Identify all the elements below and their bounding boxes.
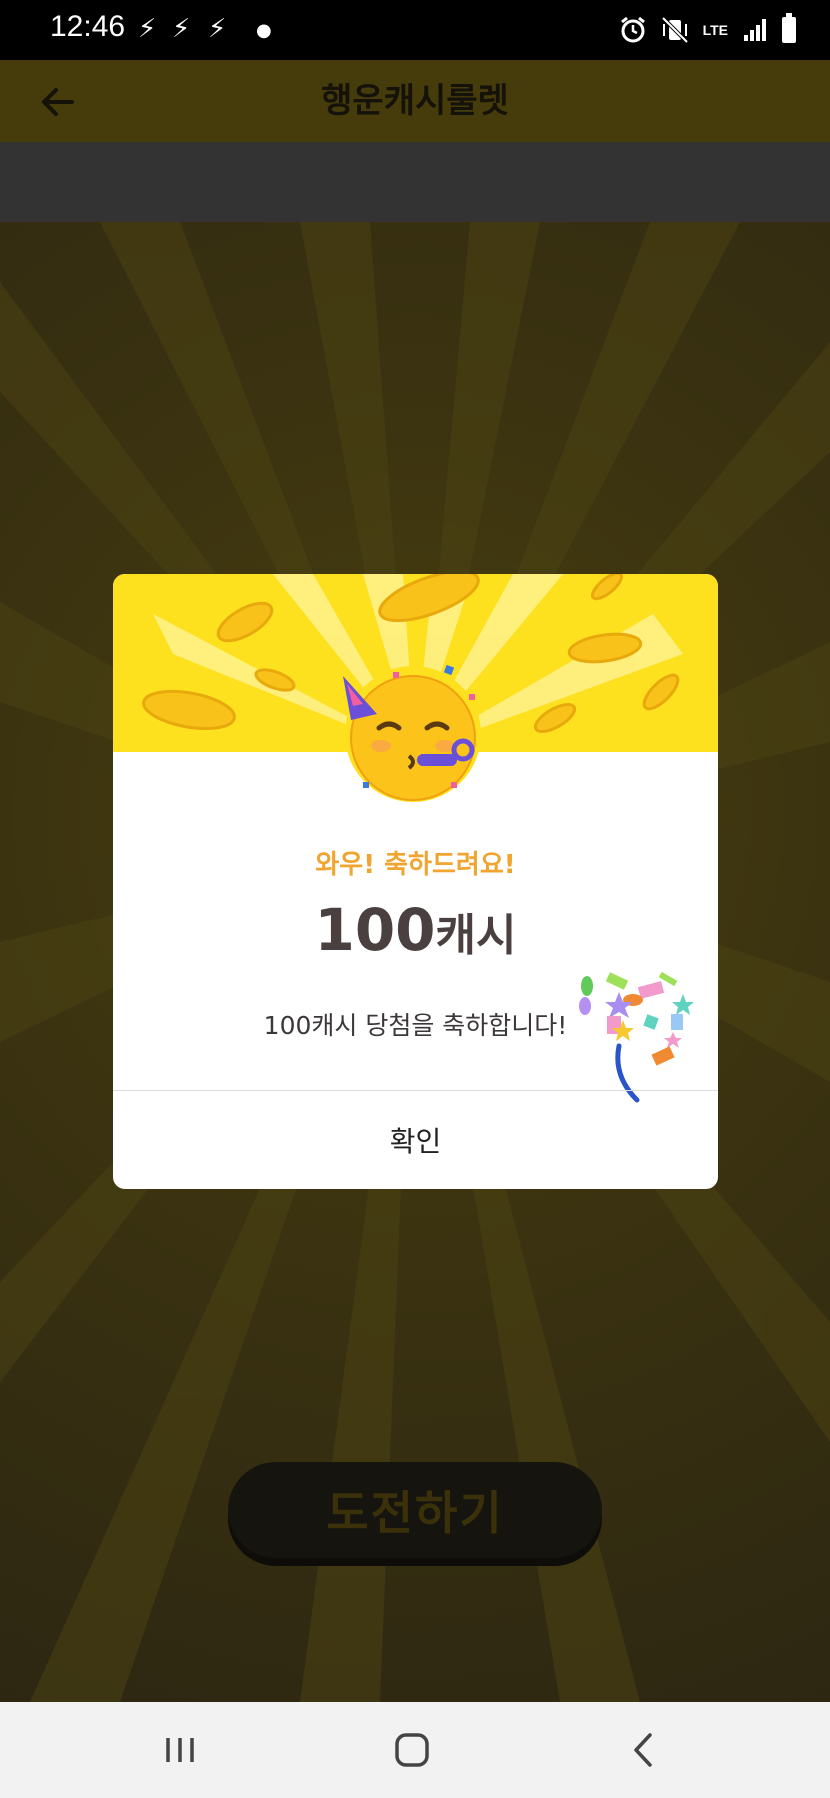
signal-icon	[744, 19, 766, 41]
page-title: 행운캐시룰렛	[321, 81, 509, 121]
congrats-text: 와우! 축하드려요!	[315, 850, 516, 880]
dot-icon: ●	[256, 20, 272, 41]
system-navigation-bar	[0, 1702, 830, 1798]
vibrate-mute-icon	[661, 16, 689, 44]
ad-banner	[0, 142, 830, 222]
confirm-button[interactable]: 확인	[113, 1091, 718, 1189]
network-label: LTE	[702, 22, 728, 38]
reward-amount: 100캐시	[113, 896, 718, 964]
notification-icon: ⚡	[172, 14, 191, 44]
reward-dialog: 와우! 축하드려요! 100캐시 100캐시 당첨을 축하합니다! 확인	[113, 574, 718, 1189]
reward-amount-number: 100	[314, 896, 436, 964]
recent-apps-icon[interactable]	[158, 1730, 202, 1770]
challenge-label: 도전하기	[326, 1486, 504, 1540]
battery-icon	[782, 13, 796, 43]
status-time: 12:46	[50, 10, 126, 43]
app-bar: 행운캐시룰렛	[0, 60, 830, 142]
notification-icon: ⚡	[208, 14, 227, 44]
home-icon[interactable]	[390, 1730, 434, 1770]
reward-amount-unit: 캐시	[435, 910, 517, 961]
alarm-icon	[620, 16, 645, 43]
notification-icon: ⚡	[138, 14, 157, 44]
challenge-button[interactable]: 도전하기	[228, 1462, 602, 1558]
party-face-emoji	[333, 654, 493, 814]
status-bar: 12:46 ⚡ ⚡ ⚡ ● LTE	[0, 0, 830, 60]
back-chevron-icon[interactable]	[622, 1730, 666, 1770]
